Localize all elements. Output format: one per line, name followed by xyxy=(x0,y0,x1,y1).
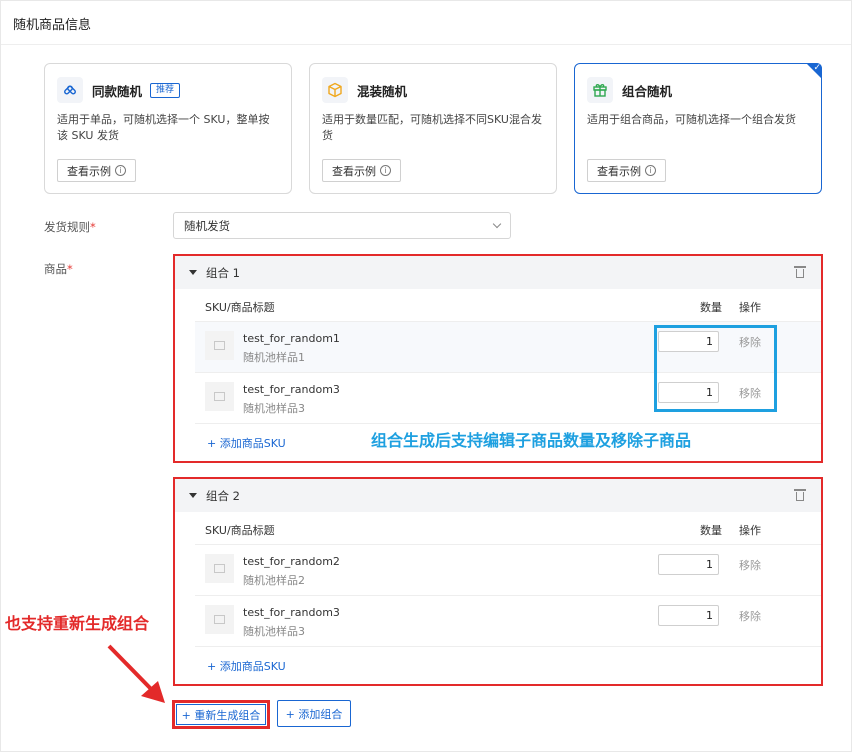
card-desc: 适用于数量匹配，可随机选择不同SKU混合发货 xyxy=(322,113,542,142)
view-example-label: 查看示例 xyxy=(332,164,376,178)
card-same-random[interactable]: 同款随机 推荐 适用于单品，可随机选择一个 SKU，整单按该 SKU 发货 查看… xyxy=(44,63,292,194)
info-icon: i xyxy=(645,165,656,176)
product-subtitle: 随机池样品2 xyxy=(243,574,305,587)
group-name: 组合 1 xyxy=(206,265,240,280)
product-label: 商品* xyxy=(44,261,73,277)
col-action: 操作 xyxy=(739,301,761,314)
card-combo-random[interactable]: ✓ 组合随机 适用于组合商品，可随机选择一个组合发货 查看示例 i xyxy=(574,63,822,194)
random-product-panel: 随机商品信息 同款随机 推荐 适用于单品，可随机选择一个 SKU，整单按该 SK… xyxy=(0,0,852,752)
product-title: test_for_random1 xyxy=(243,332,340,345)
view-example-button[interactable]: 查看示例 i xyxy=(322,159,401,182)
required-mark: * xyxy=(90,220,96,234)
product-subtitle: 随机池样品1 xyxy=(243,351,305,364)
card-title: 同款随机 xyxy=(92,83,143,99)
link-icon xyxy=(57,77,83,103)
image-placeholder-icon xyxy=(205,554,234,583)
product-subtitle: 随机池样品3 xyxy=(243,625,305,638)
combo-group-2: 组合 2 SKU/商品标题 数量 操作 test_for_random2 随机池… xyxy=(173,477,823,686)
panel-title: 随机商品信息 xyxy=(1,1,851,45)
chevron-down-icon xyxy=(492,219,502,229)
caret-down-icon[interactable] xyxy=(189,270,197,275)
product-label-text: 商品 xyxy=(44,262,67,276)
shipping-rule-label: 发货规则* xyxy=(44,219,96,235)
image-placeholder-icon xyxy=(205,382,234,411)
shipping-rule-label-text: 发货规则 xyxy=(44,220,90,234)
col-action: 操作 xyxy=(739,524,761,537)
info-icon: i xyxy=(115,165,126,176)
product-subtitle: 随机池样品3 xyxy=(243,402,305,415)
card-mixed-random[interactable]: 混装随机 适用于数量匹配，可随机选择不同SKU混合发货 查看示例 i xyxy=(309,63,557,194)
shipping-rule-select[interactable]: 随机发货 xyxy=(173,212,511,239)
image-placeholder-icon xyxy=(205,331,234,360)
view-example-button[interactable]: 查看示例 i xyxy=(587,159,666,182)
product-title: test_for_random3 xyxy=(243,606,340,619)
product-title: test_for_random2 xyxy=(243,555,340,568)
col-title: SKU/商品标题 xyxy=(205,524,275,537)
col-qty: 数量 xyxy=(700,301,722,314)
col-title: SKU/商品标题 xyxy=(205,301,275,314)
add-group-button[interactable]: + 添加组合 xyxy=(277,700,351,727)
view-example-button[interactable]: 查看示例 i xyxy=(57,159,136,182)
box-icon xyxy=(322,77,348,103)
red-annotation: 也支持重新生成组合 xyxy=(5,614,150,633)
regenerate-group-label: + 重新生成组合 xyxy=(176,704,266,725)
trash-icon[interactable] xyxy=(794,489,806,501)
gift-icon xyxy=(587,77,613,103)
view-example-label: 查看示例 xyxy=(67,164,111,178)
recommend-badge: 推荐 xyxy=(150,82,181,98)
remove-link[interactable]: 移除 xyxy=(739,557,761,573)
card-desc: 适用于单品，可随机选择一个 SKU，整单按该 SKU 发货 xyxy=(57,113,270,142)
quantity-input[interactable]: 1 xyxy=(658,554,719,575)
trash-icon[interactable] xyxy=(794,266,806,278)
card-desc: 适用于组合商品，可随机选择一个组合发货 xyxy=(587,113,796,126)
table-header: SKU/商品标题 数量 操作 xyxy=(195,512,821,545)
quantity-input[interactable]: 1 xyxy=(658,605,719,626)
group-name: 组合 2 xyxy=(206,488,240,503)
caret-down-icon[interactable] xyxy=(189,493,197,498)
table-row: test_for_random3 随机池样品3 1 移除 xyxy=(195,596,821,647)
card-title: 组合随机 xyxy=(622,83,673,99)
col-qty: 数量 xyxy=(700,524,722,537)
shipping-rule-value: 随机发货 xyxy=(184,218,230,233)
add-sku-link[interactable]: + 添加商品SKU xyxy=(207,647,821,684)
table-header: SKU/商品标题 数量 操作 xyxy=(195,289,821,322)
selected-check-icon: ✓ xyxy=(806,63,822,79)
table-row: test_for_random2 随机池样品2 1 移除 xyxy=(195,545,821,596)
required-mark: * xyxy=(67,262,73,276)
remove-link[interactable]: 移除 xyxy=(739,608,761,624)
group-header[interactable]: 组合 1 xyxy=(175,256,821,289)
group-header[interactable]: 组合 2 xyxy=(175,479,821,512)
product-title: test_for_random3 xyxy=(243,383,340,396)
view-example-label: 查看示例 xyxy=(597,164,641,178)
arrow-icon xyxy=(107,644,165,703)
regenerate-group-button[interactable]: + 重新生成组合 xyxy=(172,700,270,729)
blue-annotation: 组合生成后支持编辑子商品数量及移除子商品 xyxy=(371,431,692,450)
qty-highlight-box xyxy=(654,325,777,412)
image-placeholder-icon xyxy=(205,605,234,634)
info-icon: i xyxy=(380,165,391,176)
card-title: 混装随机 xyxy=(357,83,408,99)
